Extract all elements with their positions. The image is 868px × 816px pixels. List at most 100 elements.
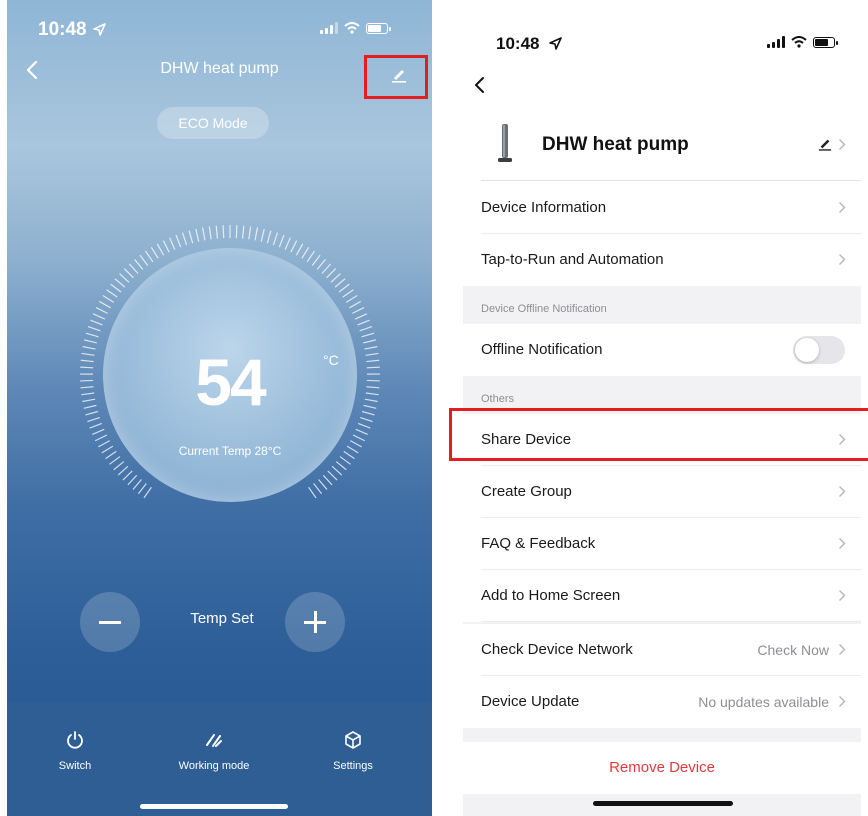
row-tap-to-run[interactable]: Tap-to-Run and Automation [463, 234, 861, 286]
dial-tick [85, 332, 99, 338]
back-chevron-icon[interactable] [473, 74, 487, 96]
dial-tick [365, 352, 379, 356]
row-label: FAQ & Feedback [481, 535, 596, 552]
dial-tick [215, 225, 219, 239]
dial-tick [316, 258, 326, 270]
status-time: 10:48 [38, 19, 87, 40]
dial-tick [321, 263, 332, 274]
dial-tick [90, 319, 103, 326]
dial-tick [326, 268, 337, 279]
status-bar: 10:48 [463, 0, 861, 62]
dial-tick [81, 352, 95, 356]
row-add-home-screen[interactable]: Add to Home Screen [463, 570, 861, 622]
dial-tick [98, 300, 111, 309]
signal-icon [767, 36, 785, 48]
dial-tick [169, 237, 176, 250]
dial-tick [260, 228, 265, 242]
dial-tick [352, 307, 365, 314]
section-header-others: Others [481, 393, 515, 405]
pencil-icon [392, 70, 406, 83]
dial-tick [248, 226, 252, 240]
home-indicator [140, 804, 288, 809]
chevron-right-icon [839, 644, 846, 655]
decrease-button[interactable] [80, 592, 140, 652]
dial-tick [301, 246, 310, 259]
dial-tick [128, 263, 139, 274]
dial-tick [361, 410, 375, 416]
dial-tick [113, 461, 125, 471]
dial-tick [83, 404, 97, 409]
dial-tick [366, 366, 380, 369]
chevron-right-icon [839, 590, 846, 601]
tab-settings[interactable]: Settings [298, 730, 408, 772]
dial-tick [357, 422, 371, 429]
dial-tick [80, 359, 94, 363]
status-bar: 10:48 [7, 0, 432, 62]
update-status-value: No updates available [698, 694, 829, 710]
dial-tick [143, 486, 152, 499]
row-create-group[interactable]: Create Group [463, 466, 861, 518]
location-arrow-icon [93, 23, 106, 36]
dial-tick [272, 232, 279, 246]
dial-tick [92, 428, 105, 436]
dial-tick [290, 240, 298, 253]
dial-tick [335, 461, 347, 471]
dial-tick [306, 250, 315, 263]
dial-tick [132, 479, 142, 490]
dial-tick [235, 225, 238, 239]
dial-tick [354, 313, 368, 320]
row-label: Check Device Network [481, 641, 633, 658]
dial-tick [366, 386, 380, 389]
tab-working-mode[interactable]: Working mode [159, 730, 269, 772]
offline-notification-toggle[interactable] [793, 336, 845, 364]
divider [481, 180, 861, 181]
dial-tick [361, 332, 375, 338]
dial-tick [85, 410, 99, 416]
row-label: Tap-to-Run and Automation [481, 251, 664, 268]
mode-badge[interactable]: ECO Mode [157, 107, 269, 139]
dial-tick [365, 392, 379, 396]
dial-tick [110, 283, 122, 293]
dial-tick [278, 234, 285, 248]
dial-tick [127, 474, 138, 486]
dial-tick [338, 283, 350, 293]
dial-tick [313, 483, 323, 495]
row-label: Device Information [481, 199, 607, 216]
dial-tick [92, 313, 106, 320]
chevron-right-icon [839, 538, 846, 549]
device-name: DHW heat pump [542, 134, 689, 155]
dial-tick [80, 366, 94, 369]
row-label: Device Update [481, 693, 580, 710]
dial-tick [366, 359, 380, 363]
dial-tick [254, 227, 259, 241]
dial-tick [349, 300, 362, 309]
dial-tick [330, 273, 341, 283]
edit-device-name-button[interactable] [818, 137, 846, 151]
tab-switch-label: Switch [58, 760, 92, 772]
heat-pump-device-icon [498, 124, 512, 162]
dial-tick [195, 228, 200, 242]
tab-settings-label: Settings [333, 760, 373, 772]
dial-tick [82, 398, 96, 403]
row-device-information[interactable]: Device Information [463, 182, 861, 234]
row-faq-feedback[interactable]: FAQ & Feedback [463, 518, 861, 570]
increase-button[interactable] [285, 592, 345, 652]
remove-device-button[interactable]: Remove Device [463, 742, 861, 794]
temperature-unit: °C [323, 352, 339, 368]
battery-icon [366, 22, 391, 34]
pencil-icon [818, 139, 832, 151]
temperature-dial[interactable]: 54 °C Current Temp 28°C [45, 222, 385, 530]
wifi-icon [791, 36, 807, 48]
edit-button[interactable] [364, 55, 428, 99]
dial-tick [327, 470, 338, 481]
row-label: Add to Home Screen [481, 587, 621, 604]
row-device-update[interactable]: Device Update No updates available [463, 676, 861, 728]
temperature-value: 54 [195, 345, 266, 419]
chevron-right-icon [839, 202, 846, 213]
dial-tick [150, 246, 159, 259]
tab-switch[interactable]: Switch [20, 730, 130, 772]
dial-tick [308, 486, 317, 499]
row-check-network[interactable]: Check Device Network Check Now [463, 624, 861, 676]
dial-tick [322, 474, 333, 486]
status-icons [320, 22, 391, 34]
